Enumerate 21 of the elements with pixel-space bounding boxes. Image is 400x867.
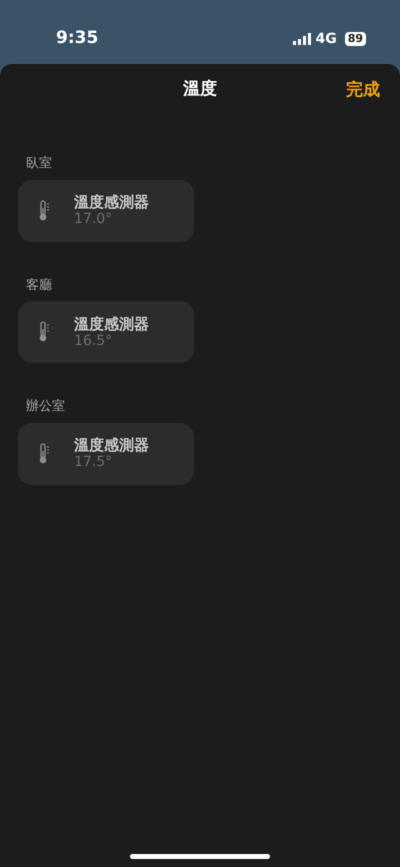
room-label: 辦公室: [26, 398, 66, 416]
battery-level: 89: [344, 32, 366, 46]
temperature-reading: 17.0°: [74, 211, 114, 228]
network-type: 4G: [315, 30, 337, 48]
done-button[interactable]: 完成: [346, 78, 380, 104]
sensor-tile[interactable]: 溫度感測器 17.5°: [18, 422, 194, 484]
room-label: 臥室: [26, 155, 53, 173]
temperature-reading: 17.5°: [74, 454, 114, 471]
thermometer-icon: [38, 442, 50, 464]
sensor-tile[interactable]: 溫度感測器 16.5°: [18, 301, 194, 363]
temperature-reading: 16.5°: [74, 332, 114, 350]
room-label: 客廳: [26, 276, 53, 294]
sensor-name: 溫度感測器: [74, 436, 149, 454]
sheet-title: 溫度: [183, 78, 217, 102]
signal-icon: [293, 33, 312, 45]
sensor-name: 溫度感測器: [74, 193, 149, 212]
thermometer-icon: [38, 321, 50, 343]
sensor-name: 溫度感測器: [74, 314, 149, 333]
thermometer-icon: [38, 200, 50, 222]
status-time: 9:35: [56, 27, 98, 50]
sensor-tile[interactable]: 溫度感測器 17.0°: [18, 180, 194, 242]
